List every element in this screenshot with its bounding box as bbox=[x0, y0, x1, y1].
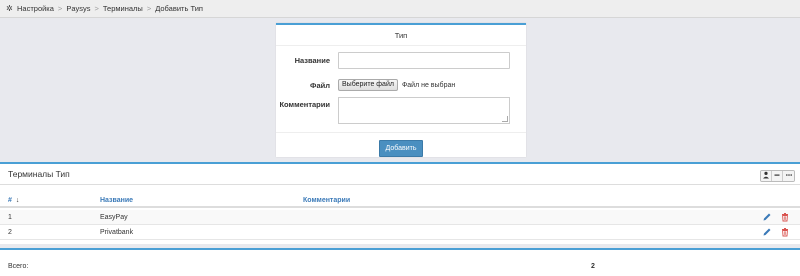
row-name: EasyPay bbox=[100, 213, 128, 221]
delete-icon[interactable] bbox=[780, 212, 790, 222]
breadcrumb-item-terminals[interactable]: Терминалы bbox=[103, 4, 143, 13]
delete-icon[interactable] bbox=[780, 227, 790, 237]
comment-row: Комментарии bbox=[276, 97, 526, 124]
table-row: 2 Privatbank bbox=[0, 225, 800, 240]
name-label: Название bbox=[294, 56, 330, 65]
file-row: Файл Выберите файл Файл не выбран bbox=[276, 79, 526, 91]
table-row: 1 EasyPay bbox=[0, 210, 800, 225]
gear-icon: ✲ bbox=[6, 3, 13, 13]
name-row: Название bbox=[276, 52, 526, 69]
breadcrumb-separator: > bbox=[146, 4, 152, 13]
totals-panel: Всего: 2 bbox=[0, 248, 800, 276]
panel-header: Терминалы Тип bbox=[0, 164, 800, 185]
panel-title: Терминалы Тип bbox=[8, 169, 70, 179]
row-id: 1 bbox=[8, 213, 12, 221]
breadcrumb-item-settings[interactable]: Настройка bbox=[17, 4, 54, 13]
choose-file-button[interactable]: Выберите файл bbox=[338, 79, 398, 91]
minus-icon[interactable] bbox=[772, 171, 783, 181]
more-icon[interactable] bbox=[783, 171, 794, 181]
column-header-id[interactable]: # ↓ bbox=[8, 197, 19, 204]
column-header-comment[interactable]: Комментарии bbox=[303, 197, 350, 204]
edit-icon[interactable] bbox=[762, 212, 772, 222]
panel-tools bbox=[760, 170, 795, 182]
column-id-label: # bbox=[8, 197, 12, 204]
breadcrumb-separator: > bbox=[57, 4, 63, 13]
row-id: 2 bbox=[8, 228, 12, 236]
breadcrumb-separator: > bbox=[94, 4, 99, 13]
user-icon[interactable] bbox=[761, 171, 772, 181]
table-header: # ↓ Название Комментарии bbox=[0, 195, 800, 208]
edit-icon[interactable] bbox=[762, 227, 772, 237]
form-footer: Добавить bbox=[276, 132, 526, 159]
sort-numeric-icon[interactable]: ↓ bbox=[16, 197, 20, 204]
add-type-form: Тип Название Файл Выберите файл Файл не … bbox=[276, 23, 526, 157]
breadcrumb-item-paysys[interactable]: Paysys bbox=[66, 4, 90, 13]
comment-textarea[interactable] bbox=[338, 97, 510, 124]
total-value: 2 bbox=[591, 262, 595, 270]
totals-row: Всего: 2 bbox=[0, 258, 800, 274]
terminal-types-table: # ↓ Название Комментарии 1 EasyPay 2 Pri… bbox=[0, 195, 800, 240]
comment-label: Комментарии bbox=[279, 100, 330, 109]
file-label: Файл bbox=[310, 80, 330, 90]
total-label: Всего: bbox=[8, 262, 29, 270]
file-status: Файл не выбран bbox=[401, 81, 456, 89]
row-name: Privatbank bbox=[100, 228, 134, 236]
breadcrumb-item-add-type: Добавить Тип bbox=[155, 4, 203, 13]
terminal-types-panel: Терминалы Тип # ↓ Название Комментарии 1… bbox=[0, 162, 800, 244]
name-input[interactable] bbox=[338, 52, 510, 69]
column-header-name[interactable]: Название bbox=[100, 197, 133, 204]
breadcrumb: ✲ Настройка > Paysys > Терминалы > Добав… bbox=[0, 0, 800, 18]
add-button[interactable]: Добавить bbox=[379, 140, 423, 157]
form-title: Тип bbox=[276, 25, 526, 46]
